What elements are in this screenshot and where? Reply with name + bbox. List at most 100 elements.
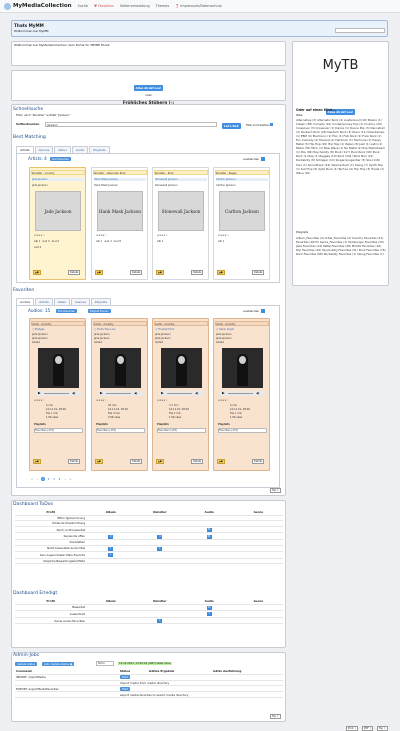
search-go-button[interactable]: Let's Roll bbox=[222, 123, 241, 129]
page-link[interactable]: 3 bbox=[52, 477, 56, 481]
count-badge[interactable]: 1 bbox=[157, 619, 163, 624]
artist-cover[interactable]: Hank Mask Jackson bbox=[97, 191, 143, 231]
audio-player[interactable]: ▶ ◀) bbox=[36, 391, 81, 396]
count-badge[interactable]: 1 bbox=[108, 546, 114, 551]
fav-toggle-icon[interactable] bbox=[261, 309, 265, 313]
print-button[interactable]: Print ⇧ bbox=[346, 726, 359, 731]
tab-fav-alben[interactable]: Alben bbox=[53, 298, 71, 305]
card-sub[interactable]: Hank Mask Jackson bbox=[94, 178, 146, 182]
volume-icon[interactable]: ◀) bbox=[195, 391, 198, 396]
progress-track[interactable] bbox=[167, 393, 192, 394]
card-sub[interactable]: Carlton Jackson bbox=[216, 178, 268, 182]
start-button[interactable]: Start bbox=[119, 687, 131, 692]
tab-alben[interactable]: Alben bbox=[54, 146, 71, 153]
audio-card[interactable]: Audio - Country ♫ Sahin Sugar Jade Jacks… bbox=[213, 318, 270, 471]
artists-hide-link[interactable]: ausblenden bbox=[243, 157, 259, 162]
card-details-button[interactable]: Details bbox=[130, 459, 143, 464]
interval-select[interactable]: 5min bbox=[96, 661, 114, 666]
artist-cover[interactable]: Carlton Jackson bbox=[219, 191, 265, 231]
artist-card[interactable]: Künstler - Alternativ Rock Hank Mask Jac… bbox=[91, 167, 148, 280]
rating-stars-icon[interactable]: ★★★★☆ bbox=[34, 234, 45, 237]
card-sub[interactable]: ♫ Sahin Sugar bbox=[216, 328, 234, 331]
tab-fav-audios[interactable]: Audios bbox=[16, 298, 35, 305]
nav-item-suche[interactable]: Suche bbox=[78, 4, 88, 8]
audios-hide-link[interactable]: ausblenden bbox=[243, 309, 259, 314]
album-cover[interactable] bbox=[38, 348, 79, 388]
start-button[interactable]: Start bbox=[119, 675, 131, 680]
card-action-icon[interactable]: ▲◼ bbox=[33, 270, 41, 275]
rating-stars-icon[interactable]: ★★★★☆ bbox=[157, 399, 168, 402]
card-action-icon[interactable]: ▲◼ bbox=[156, 270, 164, 275]
count-badge[interactable]: 1 bbox=[206, 612, 212, 617]
artist-cover[interactable]: Jade Jackson bbox=[35, 191, 81, 231]
progress-track[interactable] bbox=[228, 393, 253, 394]
brand[interactable]: MyMediaCollection bbox=[4, 2, 72, 10]
playlist-export-button[interactable]: Playlist Export bbox=[88, 309, 111, 313]
page-link[interactable]: 1 bbox=[41, 477, 45, 481]
play-icon[interactable]: ▶ bbox=[161, 391, 164, 396]
page-link[interactable]: ‹ bbox=[36, 477, 40, 481]
count-badge[interactable]: 31 bbox=[206, 528, 212, 533]
rating-stars-icon[interactable]: ★★★★☆ bbox=[218, 234, 229, 237]
card-details-button[interactable]: Details bbox=[252, 270, 265, 275]
toggle-icon[interactable] bbox=[261, 157, 265, 161]
playlists-cloud[interactable]: Album_Favorites (4) Artist_Favorites (2)… bbox=[296, 236, 386, 284]
audios-browse-button[interactable]: Durchsuchen bbox=[56, 309, 78, 313]
update-status-button[interactable]: Update status bbox=[15, 662, 38, 666]
count-badge[interactable]: 1 bbox=[108, 553, 114, 558]
volume-icon[interactable]: ◀) bbox=[256, 391, 259, 396]
favorites-top-button[interactable]: Top ⇧ bbox=[270, 488, 281, 493]
tab-fav-genres[interactable]: Genres bbox=[71, 298, 90, 305]
card-action-icon[interactable]: ▲◼ bbox=[217, 459, 225, 464]
nav-item-favoriten[interactable]: ♥ Favoriten bbox=[94, 4, 114, 8]
tab-artists[interactable]: Artists bbox=[16, 146, 34, 153]
nav-item-impressum[interactable]: ❓ Impressum/Datenschutz bbox=[175, 4, 222, 8]
rating-stars-icon[interactable]: ★★★★☆ bbox=[218, 399, 229, 402]
theme-select[interactable] bbox=[335, 28, 385, 33]
rating-stars-icon[interactable]: ★★★★☆ bbox=[34, 399, 45, 402]
nav-item-themes[interactable]: Themes bbox=[156, 4, 169, 8]
count-badge[interactable]: 2 bbox=[108, 534, 114, 539]
tab-fav-artists[interactable]: Artists bbox=[35, 298, 53, 305]
play-icon[interactable]: ▶ bbox=[222, 391, 225, 396]
card-action-icon[interactable]: ▲◼ bbox=[156, 459, 164, 464]
album-cover[interactable] bbox=[100, 348, 141, 388]
audio-player[interactable]: ▶ ◀) bbox=[98, 391, 143, 396]
audio-player[interactable]: ▶ ◀) bbox=[159, 391, 204, 396]
card-fav-select[interactable]: Favoriten (175) bbox=[34, 428, 83, 434]
play-icon[interactable]: ▶ bbox=[100, 391, 103, 396]
volume-icon[interactable]: ◀) bbox=[134, 391, 137, 396]
count-badge[interactable]: 41 bbox=[206, 534, 212, 539]
card-fav-select[interactable]: Favoriten (175) bbox=[96, 428, 145, 434]
card-details-button[interactable]: Details bbox=[130, 270, 143, 275]
search-input[interactable]: Jackson bbox=[45, 122, 217, 127]
card-sub[interactable]: Jade Jackson bbox=[32, 178, 84, 182]
tab-audio[interactable]: Audio bbox=[71, 146, 89, 153]
page-link[interactable]: » bbox=[69, 477, 73, 481]
progress-track[interactable] bbox=[44, 393, 69, 394]
rating-stars-icon[interactable]: ★★★★☆ bbox=[96, 234, 107, 237]
card-action-icon[interactable]: ▲◼ bbox=[95, 459, 103, 464]
audio-card[interactable]: Audio - Country ♫ Troubled End Jade Jack… bbox=[152, 318, 209, 471]
nav-item-seitenverwaltung[interactable]: Seitenverwaltung bbox=[120, 4, 150, 8]
card-details-button[interactable]: Details bbox=[68, 459, 81, 464]
play-icon[interactable]: ▶ bbox=[38, 391, 41, 396]
page-link[interactable]: 2 bbox=[47, 477, 51, 481]
card-details-button[interactable]: Details bbox=[191, 270, 204, 275]
card-fav-select[interactable]: Favoriten (175) bbox=[157, 428, 206, 434]
tab-fav-playlists[interactable]: Playlists bbox=[90, 298, 112, 305]
progress-track[interactable] bbox=[106, 393, 131, 394]
card-action-icon[interactable]: ▲◼ bbox=[33, 459, 41, 464]
card-sub[interactable]: ♫ Fresh Tree Line bbox=[94, 328, 116, 331]
start-all-button[interactable]: Alles direkt Los! bbox=[133, 85, 164, 91]
count-badge[interactable]: 4 bbox=[157, 534, 163, 539]
artist-card[interactable]: Künstler - Regae Carlton Jackson Carlton… bbox=[213, 167, 270, 280]
page-link[interactable]: 4 bbox=[58, 477, 62, 481]
artist-cover[interactable]: Stonewall Jackson bbox=[158, 191, 204, 231]
artists-browse-button[interactable]: Durchsuchen bbox=[50, 157, 72, 161]
card-sub[interactable]: ♫ Troubled End bbox=[155, 328, 174, 331]
card-details-button[interactable]: Details bbox=[191, 459, 204, 464]
count-badge[interactable]: 15 bbox=[206, 605, 212, 610]
audio-card[interactable]: Audio - Country ♫ Bridges Jade Jackson J… bbox=[29, 318, 86, 471]
volume-icon[interactable]: ◀) bbox=[72, 391, 75, 396]
